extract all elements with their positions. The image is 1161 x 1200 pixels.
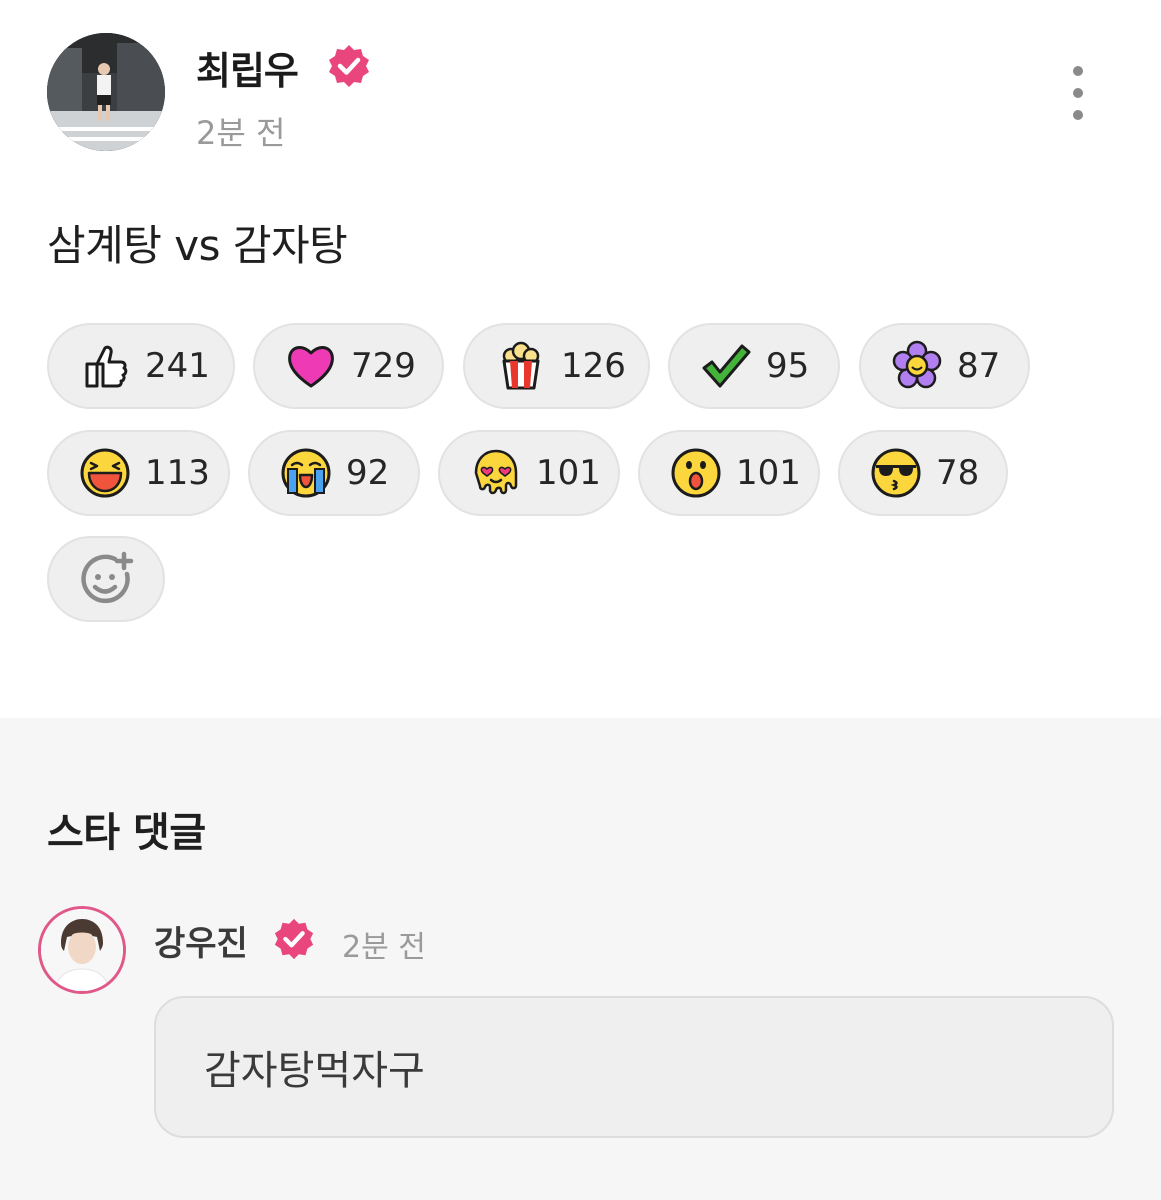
post-card: 최립우 2분 전 삼계탕 vs 감자탕 241 729 126 95 87 11… (0, 0, 1161, 718)
verified-badge-icon (272, 917, 316, 961)
comment-avatar[interactable] (38, 906, 126, 994)
checkmark-icon (702, 344, 751, 388)
reaction-laughing[interactable]: 113 (47, 430, 230, 516)
reaction-checkmark[interactable]: 95 (668, 323, 840, 409)
verified-badge-icon (326, 43, 372, 89)
comment-author[interactable]: 강우진 (154, 916, 248, 965)
reaction-count: 241 (145, 346, 210, 386)
reaction-crying[interactable]: 92 (248, 430, 420, 516)
heart-icon (288, 346, 334, 388)
laughing-face-icon (80, 448, 130, 498)
add-emoji-icon (81, 551, 134, 604)
melting-heart-eyes-icon (474, 449, 518, 495)
reaction-count: 92 (346, 453, 390, 493)
comment-text: 감자탕먹자구 (204, 1048, 425, 1094)
popcorn-icon (502, 341, 540, 390)
reaction-surprised[interactable]: 101 (638, 430, 820, 516)
star-comments-section: 스타 댓글 강우진 2분 전 감자탕먹자구 (0, 718, 1161, 1200)
add-reaction-button[interactable] (47, 536, 165, 622)
reaction-heart[interactable]: 729 (253, 323, 444, 409)
more-vertical-icon[interactable] (1058, 66, 1098, 120)
reaction-count: 101 (736, 453, 801, 493)
reaction-count: 95 (766, 346, 810, 386)
author-name[interactable]: 최립우 (196, 40, 299, 95)
reaction-count: 87 (957, 346, 1001, 386)
comment-time: 2분 전 (342, 930, 426, 965)
reaction-melting[interactable]: 101 (438, 430, 620, 516)
reaction-count: 101 (536, 453, 601, 493)
reaction-sunglasses[interactable]: 78 (838, 430, 1008, 516)
crying-face-icon (281, 448, 331, 498)
section-title: 스타 댓글 (47, 810, 206, 856)
surprised-face-icon (671, 448, 721, 498)
thumbs-up-icon (85, 345, 128, 388)
post-text: 삼계탕 vs 감자탕 (47, 221, 348, 270)
flower-icon (892, 340, 942, 389)
reaction-count: 126 (561, 346, 626, 386)
reaction-count: 78 (936, 453, 980, 493)
reaction-thumbs-up[interactable]: 241 (47, 323, 235, 409)
reaction-count: 113 (145, 453, 210, 493)
reaction-flower[interactable]: 87 (859, 323, 1030, 409)
reaction-popcorn[interactable]: 126 (463, 323, 650, 409)
comment-bubble: 감자탕먹자구 (154, 996, 1114, 1138)
post-time: 2분 전 (196, 114, 286, 152)
author-avatar[interactable] (47, 33, 165, 151)
reaction-count: 729 (351, 346, 416, 386)
sunglasses-kiss-icon (871, 448, 921, 498)
